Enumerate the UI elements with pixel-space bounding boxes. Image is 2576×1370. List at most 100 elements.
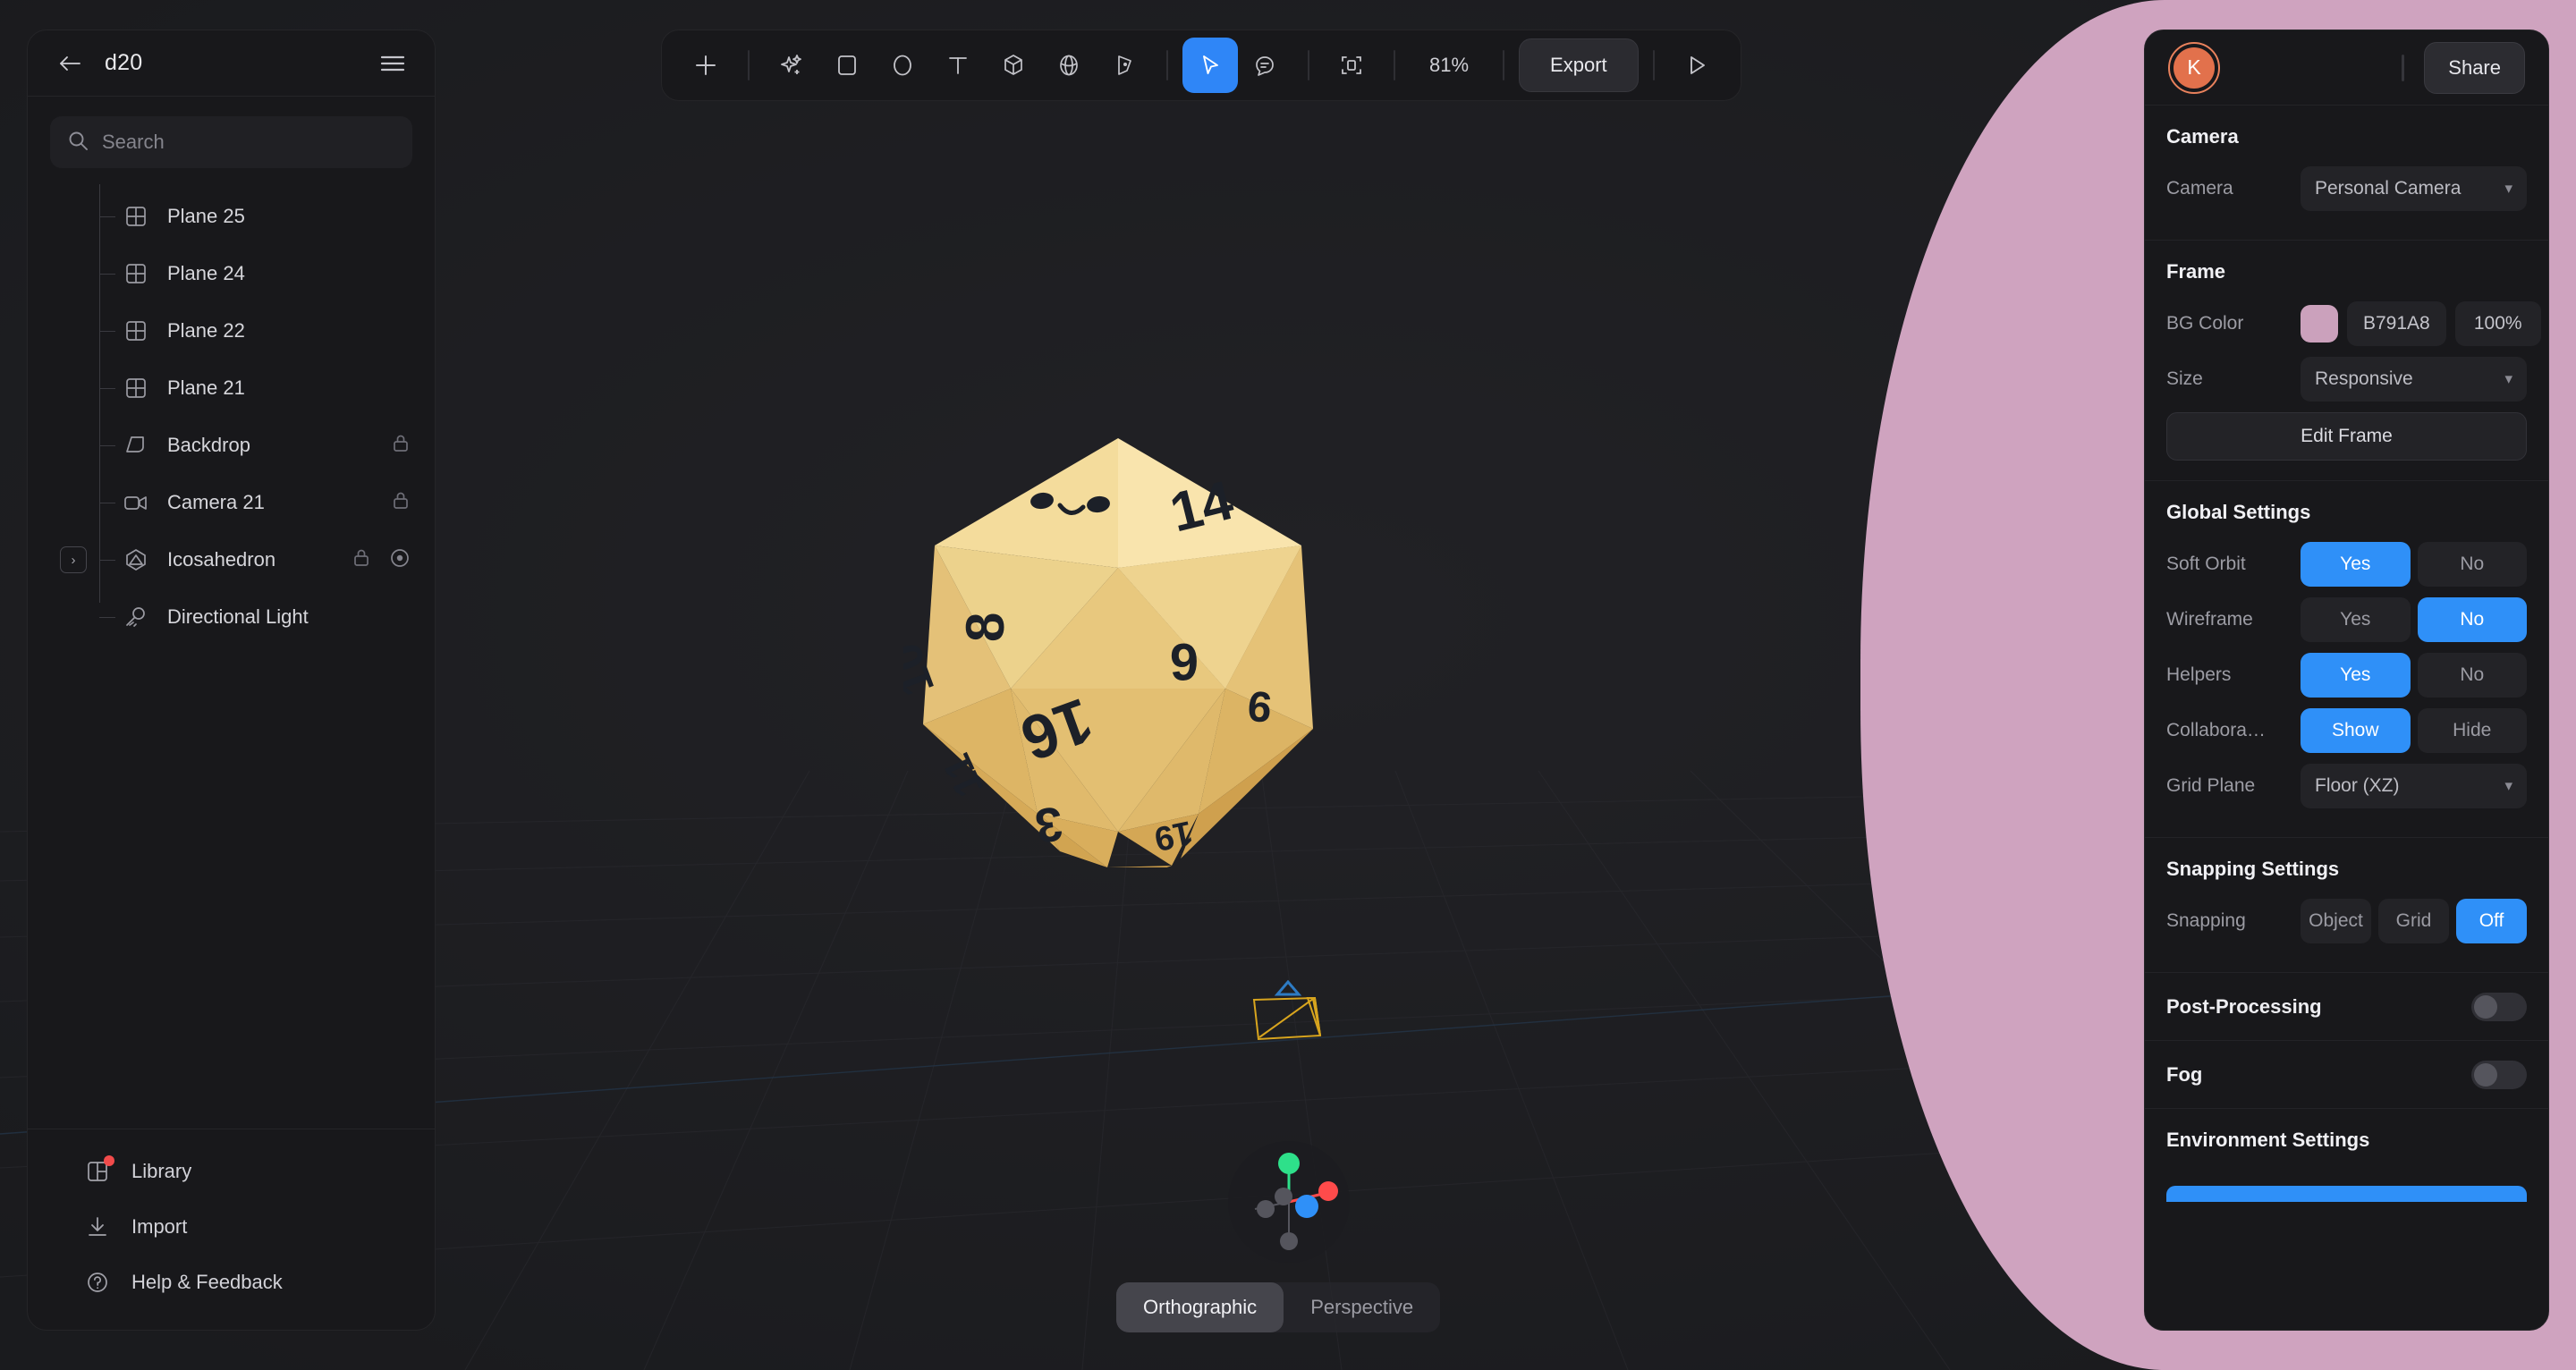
gizmo-axis-z[interactable] — [1295, 1195, 1318, 1218]
search-container — [28, 97, 435, 175]
section-camera: Camera Camera Personal Camera ▾ — [2145, 106, 2548, 241]
helpers-no-button[interactable]: No — [2417, 653, 2527, 698]
gizmo-axis-y[interactable] — [1278, 1153, 1300, 1174]
light-icon — [121, 602, 151, 632]
visibility-icon[interactable] — [390, 548, 410, 572]
edit-frame-button[interactable]: Edit Frame — [2166, 412, 2527, 461]
lock-icon[interactable] — [392, 434, 410, 458]
snapping-off-button[interactable]: Off — [2456, 899, 2527, 943]
view-axis-gizmo[interactable] — [1228, 1141, 1350, 1263]
section-title: Frame — [2166, 260, 2226, 283]
comment-icon[interactable] — [1238, 38, 1293, 93]
chevron-right-icon[interactable]: › — [60, 546, 87, 573]
import-icon — [83, 1213, 112, 1241]
section-title: Environment Settings — [2166, 1129, 2370, 1151]
project-title: d20 — [105, 50, 143, 75]
layer-row-directional-light[interactable]: Directional Light — [28, 588, 435, 646]
fog-toggle[interactable] — [2471, 1060, 2527, 1089]
search-input[interactable] — [102, 131, 394, 154]
layer-row-plane-24[interactable]: Plane 24 — [28, 245, 435, 302]
circle-icon[interactable] — [875, 38, 930, 93]
search-icon — [68, 131, 88, 155]
layer-row-plane-22[interactable]: Plane 22 — [28, 302, 435, 359]
collaborators-label: Collabora… — [2166, 720, 2266, 740]
environment-preset-button[interactable] — [2166, 1186, 2527, 1202]
soft-orbit-no-button[interactable]: No — [2417, 542, 2527, 587]
footer-item-help-feedback[interactable]: Help & Feedback — [28, 1255, 435, 1310]
gizmo-axis-neg-y[interactable] — [1280, 1232, 1298, 1250]
export-button[interactable]: Export — [1519, 38, 1639, 92]
pen-icon[interactable] — [1097, 38, 1152, 93]
text-icon[interactable] — [930, 38, 986, 93]
snapping-label: Snapping — [2166, 910, 2246, 931]
gizmo-axis-x[interactable] — [1318, 1181, 1338, 1201]
gizmo-axis-neg-z[interactable] — [1275, 1188, 1292, 1205]
properties-panel-header: K Share — [2145, 30, 2548, 106]
tree-stub — [99, 216, 115, 217]
hamburger-menu-icon[interactable] — [377, 48, 408, 79]
layer-label: Plane 25 — [167, 205, 245, 227]
section-title: Snapping Settings — [2166, 858, 2340, 880]
cursor-icon[interactable] — [1182, 38, 1238, 93]
projection-toggle[interactable]: Orthographic Perspective — [1116, 1282, 1441, 1332]
projection-perspective-button[interactable]: Perspective — [1284, 1282, 1440, 1332]
soft-orbit-yes-button[interactable]: Yes — [2301, 542, 2411, 587]
cube-icon[interactable] — [986, 38, 1041, 93]
toggle-knob — [2474, 994, 2497, 1019]
add-icon[interactable] — [678, 38, 733, 93]
layer-row-plane-21[interactable]: Plane 21 — [28, 359, 435, 417]
snapping-grid-button[interactable]: Grid — [2378, 899, 2449, 943]
bg-color-opacity-input[interactable]: 100% — [2454, 301, 2541, 346]
grid-plane-select[interactable]: Floor (XZ) ▾ — [2301, 764, 2527, 808]
wireframe-no-button[interactable]: No — [2417, 597, 2527, 642]
tree-stub — [99, 617, 115, 618]
play-icon[interactable] — [1669, 38, 1724, 93]
bg-color-swatch[interactable] — [2301, 305, 2338, 342]
layer-row-camera-21[interactable]: Camera 21 — [28, 474, 435, 531]
helpers-segmented: Yes No — [2301, 653, 2527, 698]
collaborators-segmented: Show Hide — [2301, 708, 2527, 753]
gizmo-axis-neg-x[interactable] — [1257, 1200, 1275, 1218]
collaborators-show-button[interactable]: Show — [2301, 708, 2411, 753]
zoom-level[interactable]: 81% — [1410, 54, 1488, 77]
helpers-yes-button[interactable]: Yes — [2301, 653, 2411, 698]
post-processing-toggle[interactable] — [2471, 992, 2527, 1021]
grid-plane-row: Grid Plane Floor (XZ) ▾ — [2166, 762, 2527, 810]
library-icon — [83, 1155, 114, 1186]
size-select[interactable]: Responsive ▾ — [2301, 357, 2527, 402]
snapping-object-button[interactable]: Object — [2301, 899, 2371, 943]
notification-badge — [104, 1155, 114, 1166]
camera-select-value: Personal Camera — [2315, 178, 2462, 199]
grid-plane-label: Grid Plane — [2166, 775, 2256, 796]
camera-helper-widget[interactable] — [1243, 975, 1342, 1046]
back-arrow-icon[interactable] — [55, 48, 85, 79]
lock-icon[interactable] — [352, 548, 370, 572]
soft-orbit-label: Soft Orbit — [2166, 554, 2246, 574]
footer-item-import[interactable]: Import — [28, 1199, 435, 1255]
collaborators-hide-button[interactable]: Hide — [2417, 708, 2527, 753]
layer-row-icosahedron[interactable]: › Icosahedron — [28, 531, 435, 588]
section-environment-settings: Environment Settings — [2145, 1109, 2548, 1177]
share-button[interactable]: Share — [2424, 41, 2525, 94]
layer-row-backdrop[interactable]: Backdrop — [28, 417, 435, 474]
bg-color-hex-input[interactable]: B791A8 — [2347, 301, 2446, 346]
layer-row-plane-25[interactable]: Plane 25 — [28, 188, 435, 245]
backdrop-icon — [121, 430, 151, 461]
projection-orthographic-button[interactable]: Orthographic — [1116, 1282, 1284, 1332]
layer-label: Plane 24 — [167, 262, 245, 284]
magic-wand-icon[interactable] — [764, 38, 819, 93]
icosahedron-object[interactable]: 14 8 6 16 10 9 11 3 19 — [903, 420, 1324, 867]
search-box[interactable] — [50, 116, 412, 168]
footer-item-label: Help & Feedback — [131, 1271, 283, 1293]
lock-icon[interactable] — [392, 491, 410, 515]
avatar[interactable]: K — [2168, 41, 2220, 94]
footer-item-library[interactable]: Library — [28, 1144, 435, 1199]
wireframe-yes-button[interactable]: Yes — [2301, 597, 2411, 642]
wireframe-label: Wireframe — [2166, 609, 2253, 630]
camera-select[interactable]: Personal Camera ▾ — [2301, 166, 2527, 211]
plane-icon — [121, 316, 151, 346]
sphere-icon[interactable] — [1041, 38, 1097, 93]
frame-icon[interactable] — [1324, 38, 1379, 93]
square-icon[interactable] — [819, 38, 875, 93]
toolbar-separator — [1652, 50, 1655, 80]
